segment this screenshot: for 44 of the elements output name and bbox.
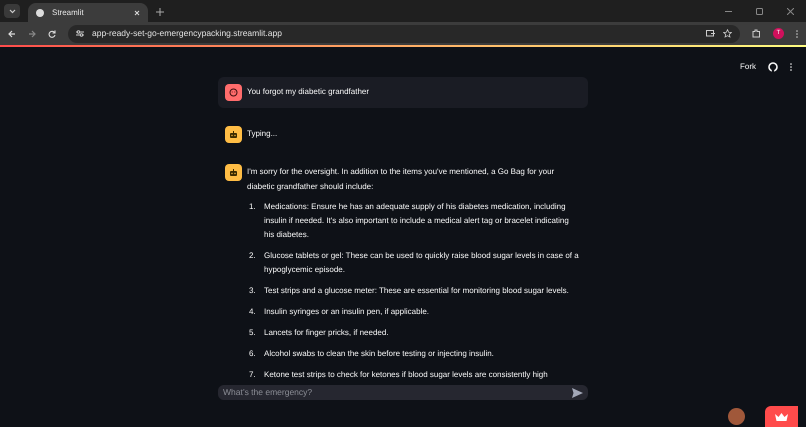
chat-input[interactable]: What’s the emergency?	[218, 385, 588, 400]
tab-list-button[interactable]	[4, 4, 20, 18]
chevron-down-icon	[8, 8, 16, 14]
browser-tab[interactable]: Streamlit	[28, 3, 148, 22]
fork-link[interactable]: Fork	[740, 61, 756, 73]
list-number: 3.	[249, 285, 257, 297]
close-icon[interactable]	[787, 8, 794, 15]
list-number: 1.	[249, 201, 257, 213]
bot-avatar-icon	[225, 126, 242, 143]
message-text: Typing...	[247, 128, 278, 140]
list-number: 2.	[249, 250, 257, 262]
new-tab-icon[interactable]	[156, 8, 164, 16]
bot-avatar-icon	[225, 164, 242, 181]
list-item-text: Glucose tablets or gel: These can be used to quickly raise blood sugar levels in case of a hypoglycemic episode.	[264, 250, 580, 276]
reload-icon[interactable]	[48, 30, 56, 38]
address-bar[interactable]: app-ready-set-go-emergencypacking.streamlit.app	[68, 24, 740, 42]
list-number: 5.	[249, 327, 257, 339]
message-text: You forgot my diabetic grandfather	[247, 86, 370, 98]
site-settings-icon[interactable]	[76, 30, 84, 37]
list-item-text: Insulin syringes or an insulin pen, if applicable.	[264, 306, 429, 318]
crown-icon	[775, 412, 788, 420]
star-icon[interactable]	[723, 29, 732, 38]
restore-icon[interactable]	[756, 8, 763, 15]
list-item-text: Test strips and a glucose meter: These are essential for monitoring blood sugar levels.	[264, 285, 569, 297]
viewer-avatar[interactable]	[728, 408, 745, 425]
list-number: 4.	[249, 306, 257, 318]
streamlit-badge[interactable]	[765, 406, 798, 427]
list-item-text: Ketone test strips to check for ketones if blood sugar levels are consistently high	[264, 369, 548, 381]
install-app-icon[interactable]	[706, 30, 715, 38]
user-avatar-icon	[225, 84, 242, 101]
forward-arrow-icon[interactable]	[28, 30, 36, 38]
tab-title: Streamlit	[52, 6, 85, 18]
chat-input-field[interactable]: What’s the emergency?	[223, 386, 572, 399]
list-number: 6.	[249, 348, 257, 360]
list-item-text: Alcohol swabs to clean the skin before testing or injecting insulin.	[264, 348, 494, 360]
message-text: I'm sorry for the oversight. In addition to the items you've mentioned, a Go Bag for your diabetic grandfather should include:	[247, 166, 556, 193]
streamlit-logo-icon	[36, 8, 44, 16]
url-text: app-ready-set-go-emergencypacking.streamlit.app	[92, 27, 283, 40]
back-arrow-icon[interactable]	[8, 30, 16, 38]
extensions-icon[interactable]	[752, 29, 761, 38]
list-item-text: Lancets for finger pricks, if needed.	[264, 327, 389, 339]
list-number: 7.	[249, 369, 257, 381]
list-item-text: Medications: Ensure he has an adequate supply of his diabetes medication, including insulin if needed. It's also important to include a medical alert tag or bracelet indicating his diabetes.	[264, 201, 570, 241]
send-icon[interactable]	[572, 388, 583, 398]
